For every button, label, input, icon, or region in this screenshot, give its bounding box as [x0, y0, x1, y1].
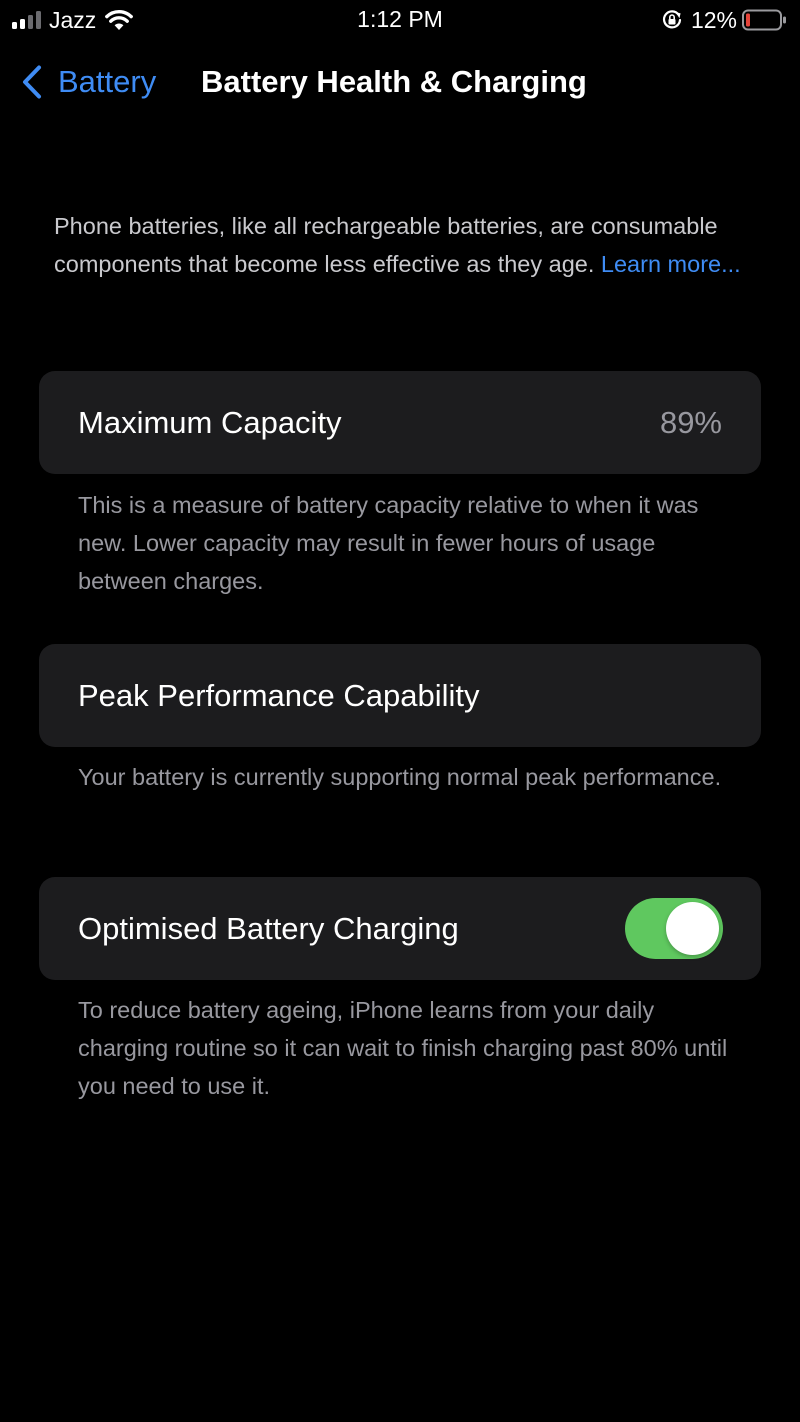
battery-icon — [742, 9, 786, 31]
battery-level-fill — [746, 13, 750, 27]
learn-more-link[interactable]: Learn more... — [601, 251, 741, 277]
orientation-lock-icon — [662, 10, 682, 29]
back-button-label: Battery — [58, 64, 157, 99]
maximum-capacity-row: Maximum Capacity 89% — [39, 371, 761, 474]
optimised-charging-row: Optimised Battery Charging — [39, 877, 761, 980]
page-title: Battery Health & Charging — [201, 64, 587, 99]
status-bar-right: 12% — [661, 6, 788, 34]
maximum-capacity-footer: This is a measure of battery capacity re… — [78, 492, 699, 594]
maximum-capacity-value: 89% — [659, 405, 722, 440]
toggle-knob — [666, 902, 719, 955]
peak-performance-row: Peak Performance Capability — [39, 644, 761, 747]
back-button[interactable]: Battery — [22, 54, 156, 110]
maximum-capacity-label: Maximum Capacity — [78, 405, 342, 440]
optimised-charging-toggle[interactable] — [625, 898, 723, 959]
status-bar: Jazz 1:12 PM 12% — [0, 0, 800, 42]
peak-performance-label: Peak Performance Capability — [78, 678, 480, 713]
chevron-left-icon — [23, 65, 41, 99]
intro-text: Phone batteries, like all rechargeable b… — [54, 207, 754, 283]
battery-percentage: 12% — [690, 6, 737, 33]
optimised-charging-label: Optimised Battery Charging — [78, 911, 459, 946]
peak-performance-footer: Your battery is currently supporting nor… — [78, 764, 722, 790]
optimised-charging-footer: To reduce battery ageing, iPhone learns … — [78, 997, 728, 1099]
navigation-bar: Battery Battery Health & Charging — [0, 54, 800, 110]
